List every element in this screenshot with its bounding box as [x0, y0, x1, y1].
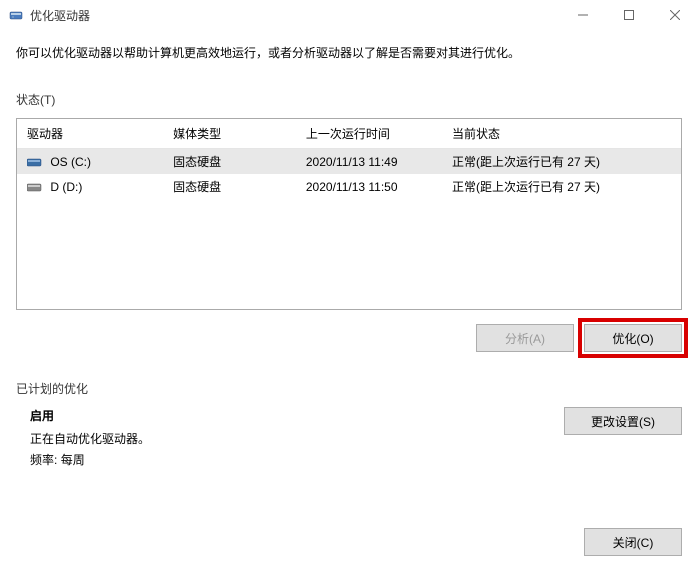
schedule-freq-label: 频率: — [30, 453, 57, 467]
table-row[interactable]: OS (C:) 固态硬盘 2020/11/13 11:49 正常(距上次运行已有… — [17, 149, 681, 175]
col-header-media[interactable]: 媒体类型 — [163, 119, 296, 149]
schedule-on-label: 启用 — [30, 407, 564, 424]
close-row: 关闭(C) — [16, 528, 682, 556]
col-header-drive[interactable]: 驱动器 — [17, 119, 163, 149]
table-spacer — [17, 199, 681, 309]
col-header-status[interactable]: 当前状态 — [442, 119, 681, 149]
drive-lastrun: 2020/11/13 11:49 — [296, 149, 442, 175]
drive-media: 固态硬盘 — [163, 149, 296, 175]
change-settings-button[interactable]: 更改设置(S) — [564, 407, 682, 435]
optimize-button[interactable]: 优化(O) — [584, 324, 682, 352]
drive-status: 正常(距上次运行已有 27 天) — [442, 174, 681, 199]
col-header-lastrun[interactable]: 上一次运行时间 — [296, 119, 442, 149]
app-icon — [8, 7, 24, 23]
drive-name: D (D:) — [50, 180, 82, 194]
analyze-button[interactable]: 分析(A) — [476, 324, 574, 352]
analyze-optimize-row: 分析(A) 优化(O) — [16, 324, 682, 352]
description-text: 你可以优化驱动器以帮助计算机更高效地运行，或者分析驱动器以了解是否需要对其进行优… — [16, 44, 682, 61]
schedule-section-label: 已计划的优化 — [16, 380, 682, 397]
maximize-button[interactable] — [606, 0, 652, 30]
schedule-frequency: 频率: 每周 — [30, 451, 564, 468]
titlebar: 优化驱动器 — [0, 0, 698, 30]
drive-list: 驱动器 媒体类型 上一次运行时间 当前状态 OS (C:) 固态硬盘 2020/… — [16, 118, 682, 310]
drive-table: 驱动器 媒体类型 上一次运行时间 当前状态 OS (C:) 固态硬盘 2020/… — [17, 119, 681, 309]
close-button[interactable] — [652, 0, 698, 30]
table-row[interactable]: D (D:) 固态硬盘 2020/11/13 11:50 正常(距上次运行已有 … — [17, 174, 681, 199]
close-dialog-button[interactable]: 关闭(C) — [584, 528, 682, 556]
schedule-status-line: 正在自动优化驱动器。 — [30, 430, 564, 447]
window-controls — [560, 0, 698, 30]
drive-icon — [27, 156, 43, 168]
drive-name: OS (C:) — [50, 155, 91, 169]
minimize-button[interactable] — [560, 0, 606, 30]
schedule-freq-value: 每周 — [61, 453, 85, 467]
drive-icon — [27, 181, 43, 193]
status-section-label: 状态(T) — [16, 91, 682, 108]
schedule-section: 已计划的优化 启用 正在自动优化驱动器。 频率: 每周 更改设置(S) — [16, 380, 682, 472]
drive-status: 正常(距上次运行已有 27 天) — [442, 149, 681, 175]
window-title: 优化驱动器 — [30, 7, 560, 24]
content-area: 你可以优化驱动器以帮助计算机更高效地运行，或者分析驱动器以了解是否需要对其进行优… — [0, 30, 698, 566]
drive-lastrun: 2020/11/13 11:50 — [296, 174, 442, 199]
drive-media: 固态硬盘 — [163, 174, 296, 199]
